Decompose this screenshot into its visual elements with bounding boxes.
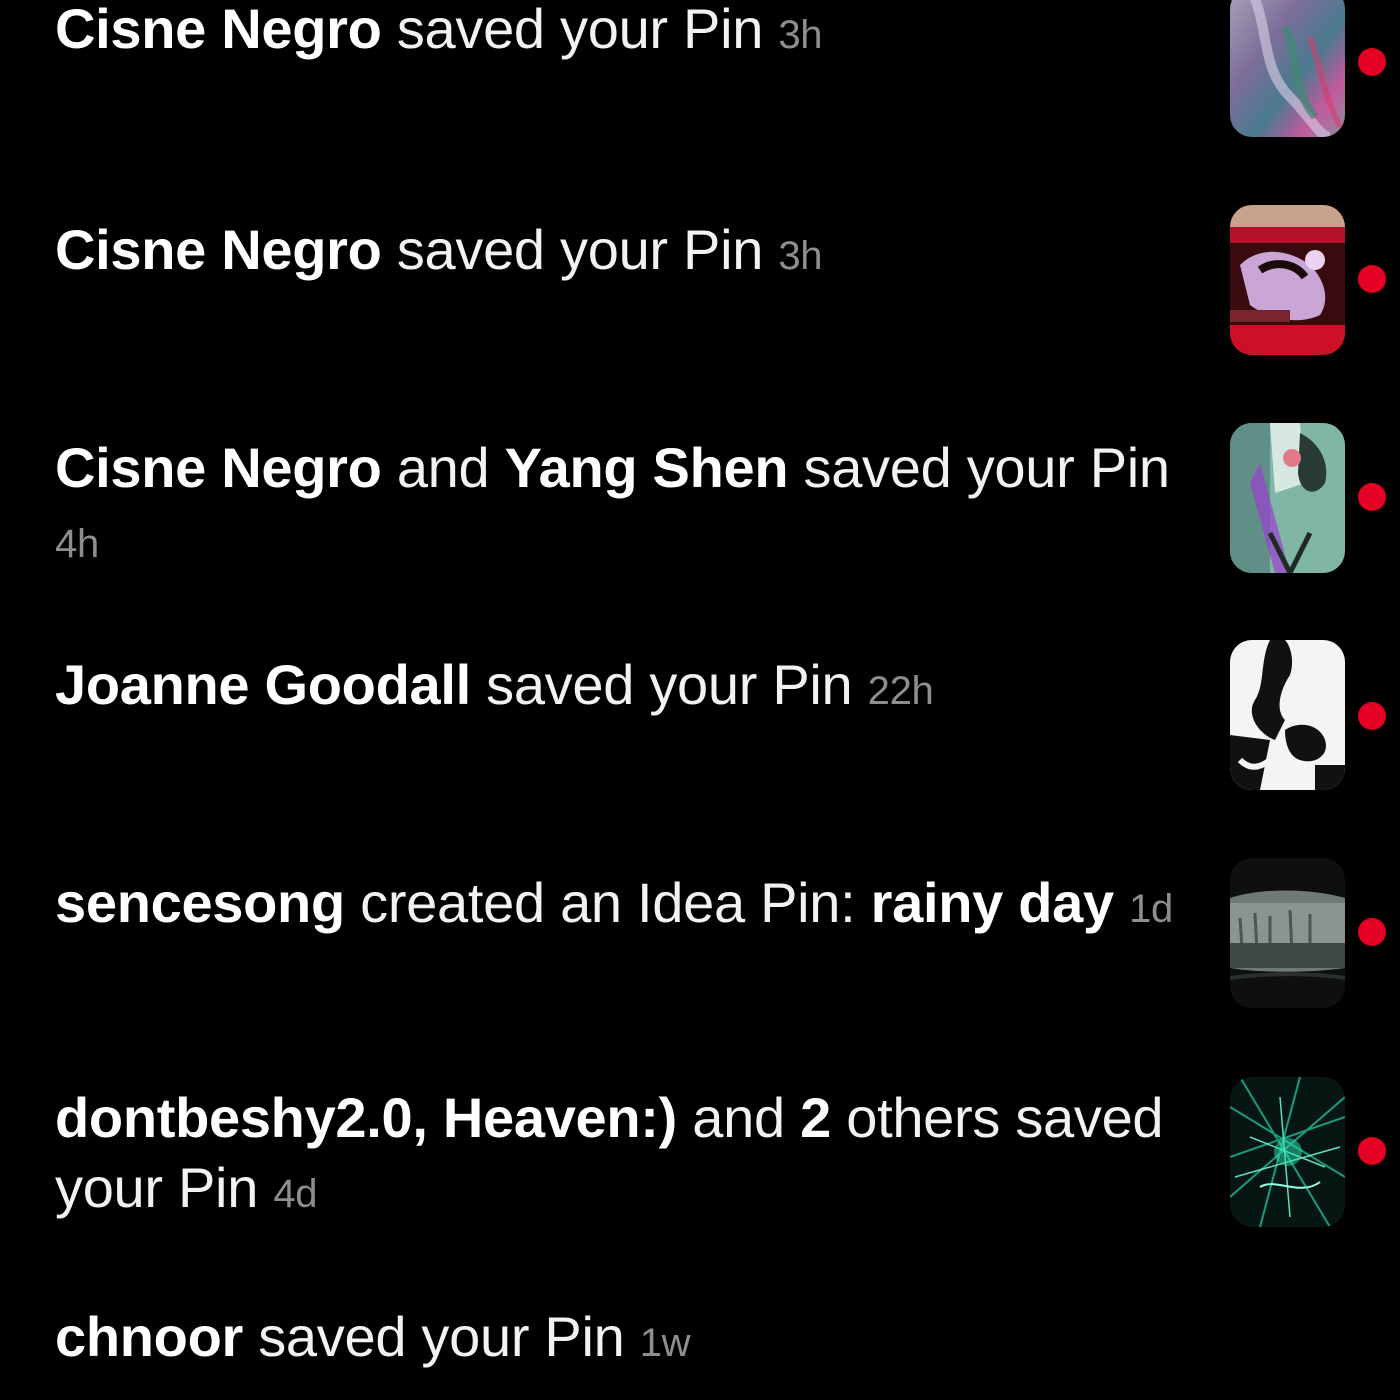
action-text: saved your Pin bbox=[396, 218, 764, 281]
pin-thumbnail-2-icon bbox=[1230, 205, 1345, 355]
connector-text: and bbox=[396, 436, 490, 499]
timestamp: 22h bbox=[867, 669, 934, 713]
unread-dot bbox=[1358, 1137, 1386, 1165]
notification-row[interactable]: Cisne Negro saved your Pin 3h bbox=[0, 0, 1400, 160]
notification-text: Joanne Goodall saved your Pin 22h bbox=[55, 650, 1215, 726]
unread-dot bbox=[1358, 702, 1386, 730]
actor-name[interactable]: Cisne Negro bbox=[55, 0, 382, 60]
timestamp: 3h bbox=[778, 234, 823, 278]
unread-dot bbox=[1358, 918, 1386, 946]
pin-thumbnail[interactable] bbox=[1230, 0, 1345, 137]
notification-row[interactable]: Cisne Negro and Yang Shen saved your Pin… bbox=[0, 423, 1400, 583]
pin-thumbnail[interactable] bbox=[1230, 205, 1345, 355]
notification-text: Cisne Negro and Yang Shen saved your Pin… bbox=[55, 433, 1215, 579]
unread-dot bbox=[1358, 48, 1386, 76]
action-text: saved your Pin bbox=[486, 653, 853, 716]
notification-text: Cisne Negro saved your Pin 3h bbox=[55, 0, 1215, 70]
pin-thumbnail[interactable] bbox=[1230, 1077, 1345, 1227]
actor-name[interactable]: dontbeshy2.0, Heaven:) bbox=[55, 1086, 677, 1149]
notification-row[interactable]: dontbeshy2.0, Heaven:) and 2 others save… bbox=[0, 1077, 1400, 1237]
actor-name[interactable]: chnoor bbox=[55, 1305, 243, 1368]
action-text: saved your Pin bbox=[396, 0, 764, 60]
actor-name[interactable]: sencesong bbox=[55, 871, 345, 934]
notification-text: chnoor saved your Pin 1w bbox=[55, 1302, 1215, 1378]
notifications-feed: Cisne Negro saved your Pin 3h Cisne Negr… bbox=[0, 0, 1400, 1400]
pin-thumbnail-3-icon bbox=[1230, 423, 1345, 573]
timestamp: 4h bbox=[55, 522, 99, 566]
timestamp: 1d bbox=[1129, 887, 1174, 931]
notification-row[interactable]: chnoor saved your Pin 1w bbox=[0, 1300, 1400, 1400]
notification-row[interactable]: Joanne Goodall saved your Pin 22h bbox=[0, 640, 1400, 800]
pin-thumbnail[interactable] bbox=[1230, 640, 1345, 790]
unread-dot bbox=[1358, 265, 1386, 293]
notification-text: sencesong created an Idea Pin: rainy day… bbox=[55, 868, 1215, 944]
actor-name[interactable]: Joanne Goodall bbox=[55, 653, 471, 716]
action-text: saved your Pin bbox=[258, 1305, 625, 1368]
unread-dot bbox=[1358, 483, 1386, 511]
pin-thumbnail-5-icon bbox=[1230, 858, 1345, 1008]
pin-thumbnail[interactable] bbox=[1230, 858, 1345, 1008]
actor-name[interactable]: Cisne Negro bbox=[55, 218, 382, 281]
notification-text: dontbeshy2.0, Heaven:) and 2 others save… bbox=[55, 1083, 1215, 1229]
notification-row[interactable]: Cisne Negro saved your Pin 3h bbox=[0, 205, 1400, 365]
notification-text: Cisne Negro saved your Pin 3h bbox=[55, 215, 1215, 291]
action-text: created an Idea Pin: bbox=[360, 871, 856, 934]
actor-name[interactable]: Yang Shen bbox=[505, 436, 789, 499]
timestamp: 3h bbox=[778, 13, 823, 57]
notification-row[interactable]: sencesong created an Idea Pin: rainy day… bbox=[0, 858, 1400, 1018]
timestamp: 1w bbox=[639, 1321, 691, 1365]
pin-title[interactable]: rainy day bbox=[871, 871, 1115, 934]
pin-thumbnail-6-icon bbox=[1230, 1077, 1345, 1227]
pin-thumbnail[interactable] bbox=[1230, 423, 1345, 573]
timestamp: 4d bbox=[273, 1172, 318, 1216]
pin-thumbnail-4-icon bbox=[1230, 640, 1345, 790]
pin-thumbnail-1-icon bbox=[1230, 0, 1345, 137]
action-text: saved your Pin bbox=[803, 436, 1171, 499]
others-count: 2 bbox=[800, 1086, 831, 1149]
connector-text: and bbox=[692, 1086, 785, 1149]
actor-name[interactable]: Cisne Negro bbox=[55, 436, 382, 499]
